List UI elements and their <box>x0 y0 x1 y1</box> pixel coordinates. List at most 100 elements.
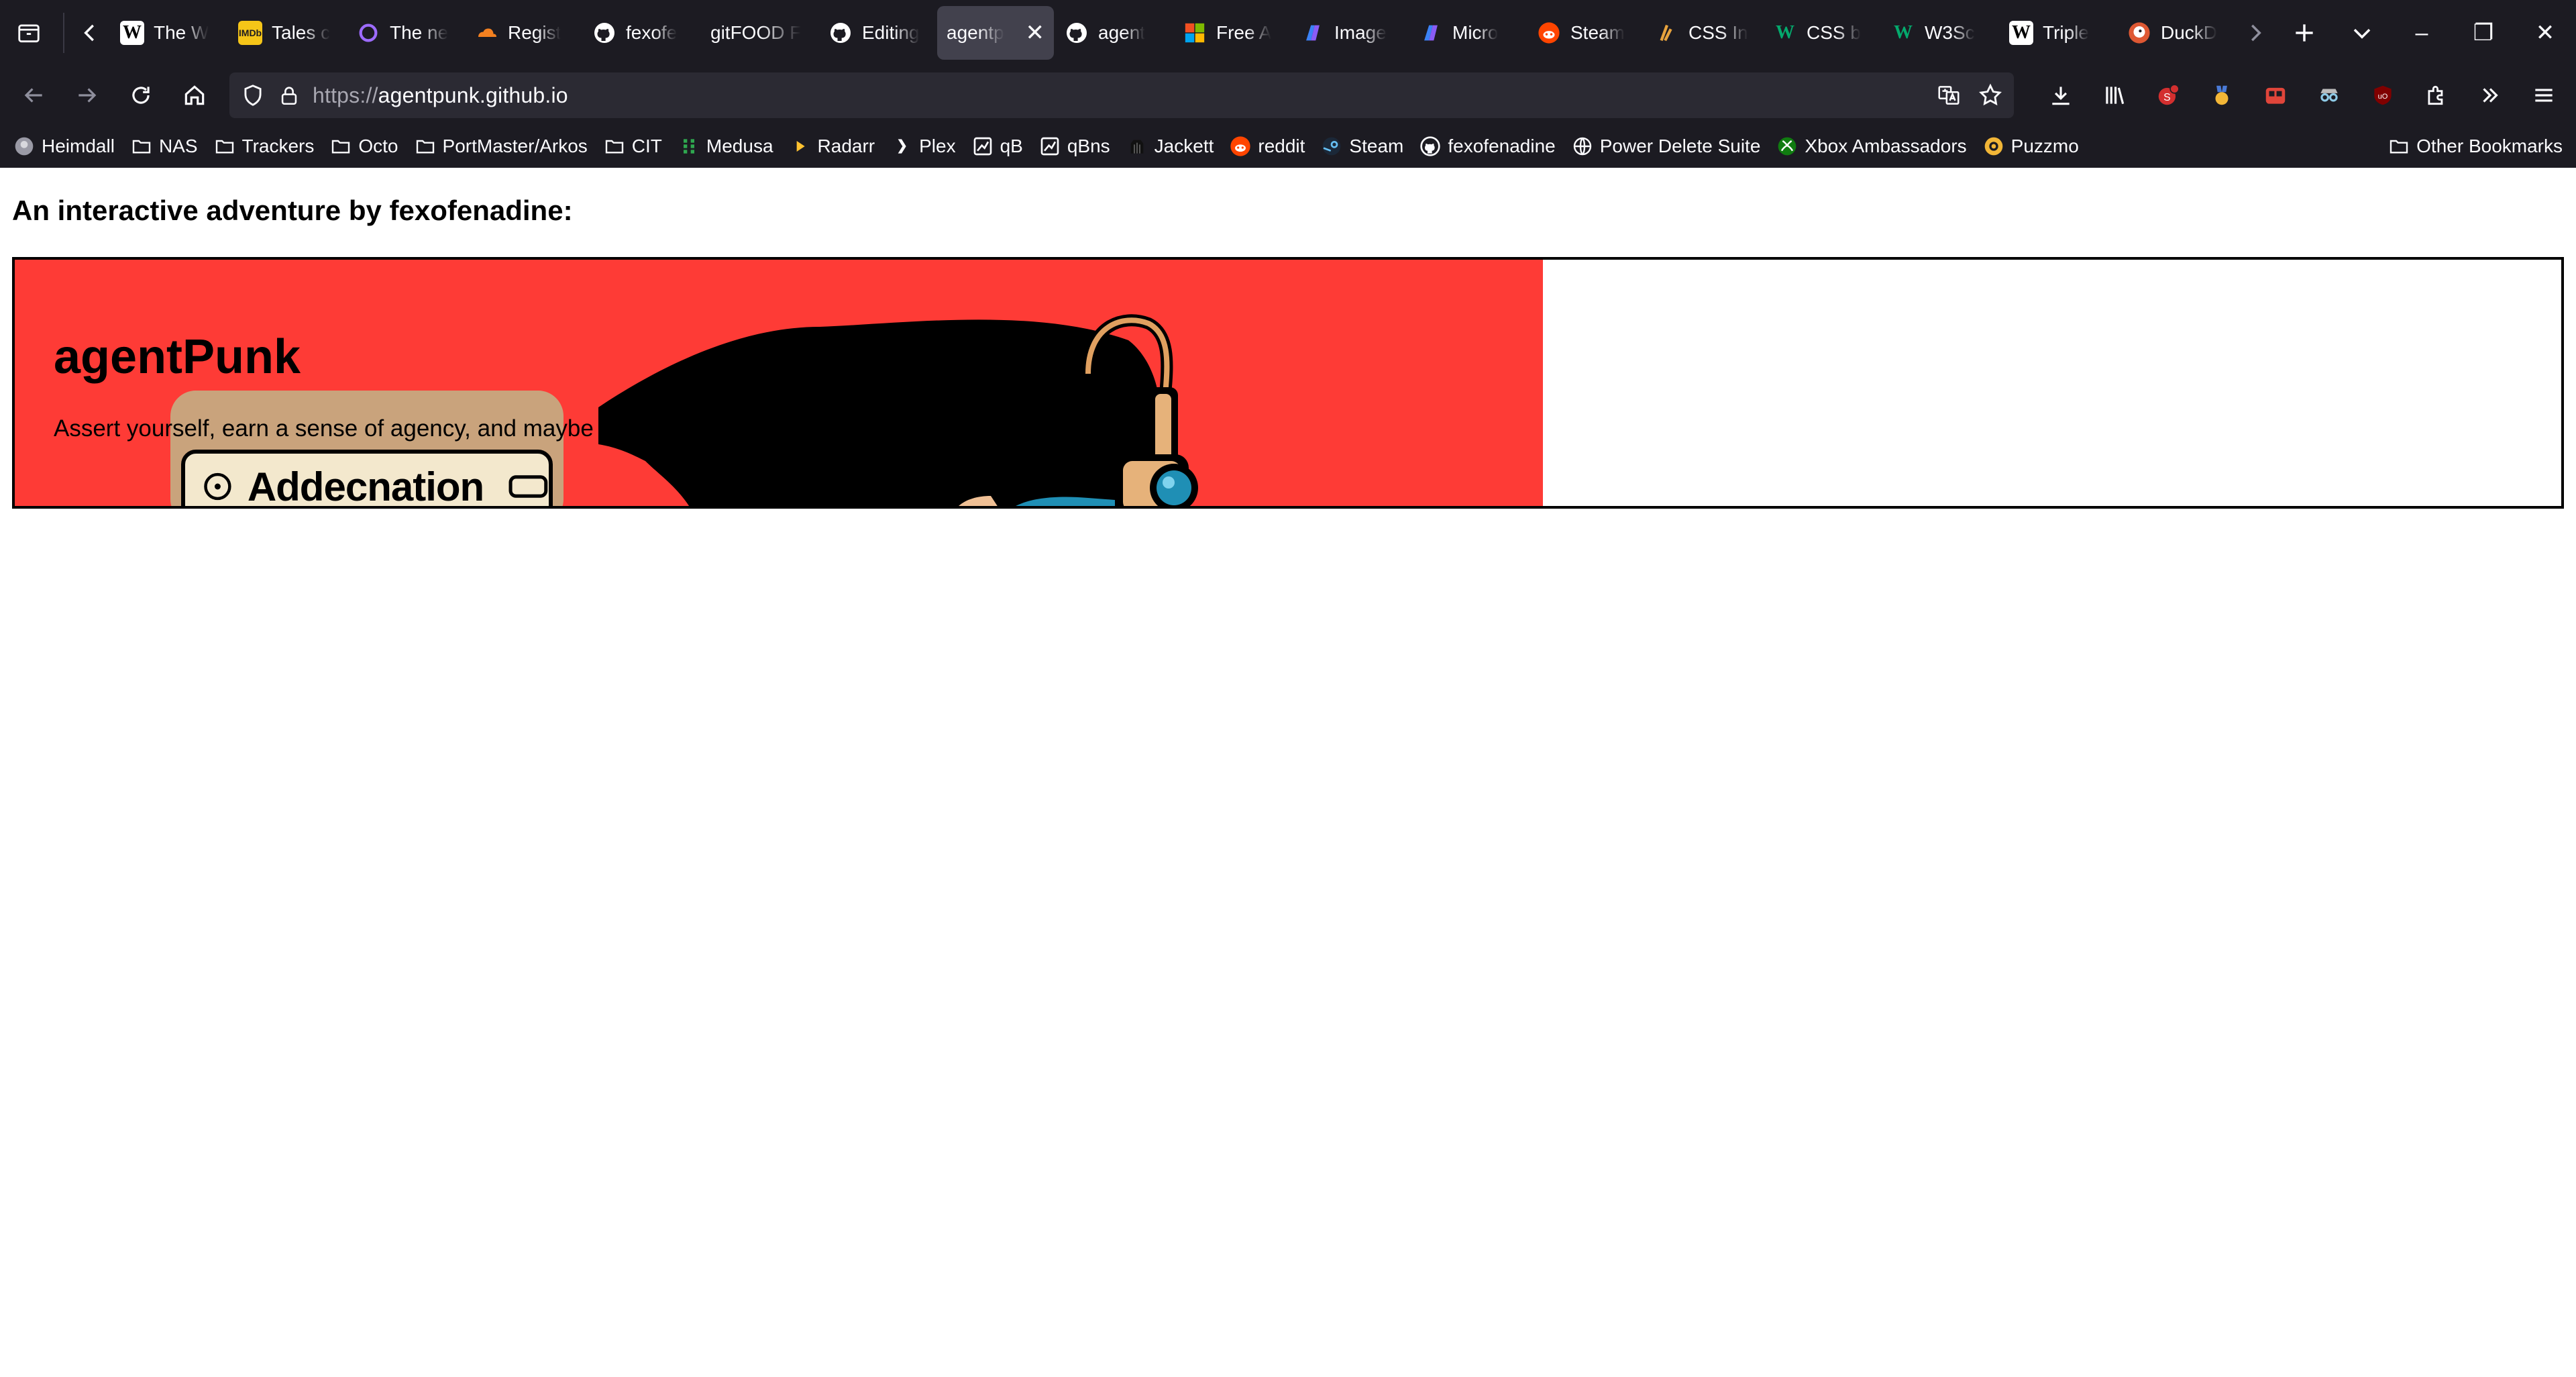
tab-title: Editing <box>862 22 920 43</box>
container-icon <box>2265 87 2286 104</box>
bookmark-label: reddit <box>1258 136 1305 156</box>
forward-button[interactable] <box>60 68 114 122</box>
shield-icon[interactable] <box>240 83 266 108</box>
folder-icon <box>214 136 235 157</box>
tab-13[interactable]: CSS In <box>1646 6 1762 60</box>
tab-2[interactable]: The ne <box>347 6 464 60</box>
tab-title: CSS In <box>1688 22 1748 43</box>
spy-glasses-icon <box>2320 89 2338 102</box>
window-controls: – ❐ ✕ <box>2391 0 2576 66</box>
github-icon <box>828 21 853 45</box>
reload-button[interactable] <box>114 68 168 122</box>
downloads-button[interactable] <box>2034 68 2088 122</box>
bookmark-cit[interactable]: CIT <box>604 136 662 157</box>
bookmark-label: Radarr <box>817 136 875 156</box>
url-bar[interactable]: https://agentpunk.github.io <box>229 72 2014 118</box>
tab-1[interactable]: IMDb Tales c <box>229 6 345 60</box>
page-content: An interactive adventure by fexofenadine… <box>0 168 2576 1377</box>
tab-16[interactable]: W Triple <box>2000 6 2116 60</box>
tab-title: Free A <box>1216 22 1272 43</box>
tab-14[interactable]: W CSS b <box>1764 6 1880 60</box>
firefox-view-button[interactable] <box>0 0 58 66</box>
library-button[interactable] <box>2088 68 2141 122</box>
minimize-button[interactable]: – <box>2391 0 2453 66</box>
arrow-right-icon <box>78 88 97 103</box>
xbox-icon <box>1776 136 1798 157</box>
tab-5[interactable]: gitFOOD F <box>701 6 818 60</box>
extension-1-button[interactable]: S <box>2141 68 2195 122</box>
bookmark-heimdall[interactable]: Heimdall <box>13 136 115 157</box>
tab-17[interactable]: DuckD <box>2118 6 2235 60</box>
embedded-game-frame[interactable]: Addecnation agentPunk Assert yourself, e… <box>12 257 2564 509</box>
bookmark-radarr[interactable]: Radarr <box>790 136 875 157</box>
bookmark-fexofenadine[interactable]: fexofenadine <box>1419 136 1556 157</box>
microsoft-icon <box>1183 21 1207 45</box>
star-icon[interactable] <box>1978 83 2003 108</box>
bookmark-xbox-ambassadors[interactable]: Xbox Ambassadors <box>1776 136 1967 157</box>
extension-container-button[interactable] <box>2249 68 2302 122</box>
tab-8[interactable]: agent <box>1055 6 1172 60</box>
tab-4[interactable]: fexofe <box>583 6 700 60</box>
bookmark-qbns[interactable]: qBns <box>1039 136 1110 157</box>
bookmark-medusa[interactable]: Medusa <box>678 136 773 157</box>
extensions-button[interactable] <box>2410 68 2463 122</box>
qbittorrent-icon <box>972 136 994 157</box>
tab-7[interactable]: agentp ✕ <box>937 6 1054 60</box>
bookmark-trackers[interactable]: Trackers <box>214 136 314 157</box>
bookmark-puzzmo[interactable]: Puzzmo <box>1983 136 2079 157</box>
list-all-tabs-button[interactable] <box>2333 0 2391 66</box>
tab-title: DuckD <box>2161 22 2218 43</box>
ublock-button[interactable]: uO <box>2356 68 2410 122</box>
restore-button[interactable]: ❐ <box>2453 0 2514 66</box>
tab-title: gitFOOD F <box>710 22 802 43</box>
other-bookmarks-folder[interactable]: Other Bookmarks <box>2388 136 2563 157</box>
url-text[interactable]: https://agentpunk.github.io <box>313 83 568 108</box>
tab-0[interactable]: W The W <box>111 6 227 60</box>
game-title: agentPunk <box>54 330 301 384</box>
tab-title: Image <box>1334 22 1387 43</box>
close-window-button[interactable]: ✕ <box>2514 0 2576 66</box>
bookmark-power-delete-suite[interactable]: Power Delete Suite <box>1572 136 1760 157</box>
tab-9[interactable]: Free A <box>1173 6 1290 60</box>
steam-icon <box>1321 136 1342 157</box>
close-tab-button[interactable]: ✕ <box>1026 21 1045 44</box>
folder-icon <box>2388 136 2410 157</box>
bookmark-label: qB <box>1000 136 1023 156</box>
app-menu-button[interactable] <box>2517 68 2571 122</box>
reload-icon <box>132 87 150 104</box>
wikipedia-icon: W <box>120 21 144 45</box>
new-tab-button[interactable] <box>2275 0 2333 66</box>
bookmark-plex[interactable]: Plex <box>891 136 956 157</box>
bookmark-nas[interactable]: NAS <box>131 136 198 157</box>
bookmark-qb[interactable]: qB <box>972 136 1023 157</box>
back-button[interactable] <box>7 68 60 122</box>
bookmark-portmaster-arkos[interactable]: PortMaster/Arkos <box>415 136 588 157</box>
scroll-tabs-left-button[interactable] <box>70 0 110 66</box>
bookmark-reddit[interactable]: reddit <box>1230 136 1305 157</box>
chevron-right-icon <box>2251 24 2261 42</box>
extension-medal-button[interactable] <box>2195 68 2249 122</box>
tab-10[interactable]: Image <box>1291 6 1408 60</box>
tab-12[interactable]: Steam <box>1527 6 1644 60</box>
home-button[interactable] <box>168 68 221 122</box>
extension-spy-button[interactable] <box>2302 68 2356 122</box>
bookmark-label: Octo <box>358 136 398 156</box>
overflow-menu-button[interactable] <box>2463 68 2517 122</box>
lock-icon[interactable] <box>278 84 301 107</box>
bookmark-steam[interactable]: Steam <box>1321 136 1403 157</box>
other-bookmarks-label: Other Bookmarks <box>2416 136 2563 156</box>
bookmark-label: PortMaster/Arkos <box>442 136 588 156</box>
bookmark-label: qBns <box>1067 136 1110 156</box>
scroll-tabs-right-button[interactable] <box>2235 0 2275 66</box>
github-icon <box>1419 136 1441 157</box>
globe-icon <box>1572 136 1593 157</box>
bookmark-jackett[interactable]: Jackett <box>1126 136 1214 157</box>
tab-6[interactable]: Editing <box>819 6 936 60</box>
reddit-icon <box>1230 136 1251 157</box>
bookmark-octo[interactable]: Octo <box>330 136 398 157</box>
translate-icon[interactable] <box>1936 83 1962 108</box>
tab-11[interactable]: Micro <box>1409 6 1526 60</box>
tab-3[interactable]: Regist <box>465 6 582 60</box>
tab-list: W The W IMDb Tales c The ne Regist fexofe gitFO… <box>110 0 2235 66</box>
tab-15[interactable]: W W3Sc <box>1882 6 1998 60</box>
